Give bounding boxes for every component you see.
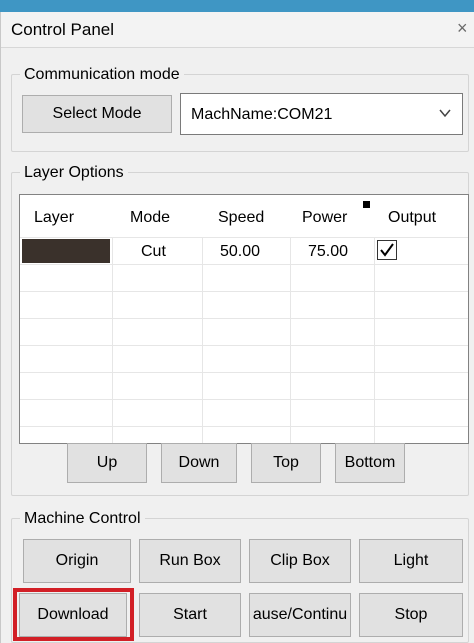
column-header-output[interactable]: Output [388, 209, 436, 227]
pause-continue-button[interactable]: ause/Continu [249, 593, 351, 637]
machine-select-value: MachName:COM21 [191, 106, 333, 123]
grid-line [20, 318, 468, 319]
grid-line [20, 237, 468, 238]
grid-line [112, 237, 113, 443]
column-header-layer[interactable]: Layer [34, 209, 74, 227]
grid-line [20, 399, 468, 400]
layer-color-swatch[interactable] [22, 239, 110, 263]
power-marker-icon [363, 201, 370, 208]
start-button[interactable]: Start [139, 593, 241, 637]
grid-line [374, 237, 375, 443]
checkmark-icon [380, 243, 394, 257]
bottom-button[interactable]: Bottom [335, 443, 405, 483]
grid-line [20, 291, 468, 292]
grid-line [20, 372, 468, 373]
column-header-mode[interactable]: Mode [130, 209, 170, 227]
output-checkbox[interactable] [377, 240, 397, 260]
column-header-power[interactable]: Power [302, 209, 347, 227]
layer-mode-cell[interactable]: Cut [141, 243, 166, 261]
stop-button[interactable]: Stop [359, 593, 463, 637]
column-header-speed[interactable]: Speed [218, 209, 264, 227]
up-button[interactable]: Up [67, 443, 147, 483]
grid-line [20, 264, 468, 265]
origin-button[interactable]: Origin [23, 539, 131, 583]
light-button[interactable]: Light [359, 539, 463, 583]
top-button[interactable]: Top [251, 443, 321, 483]
communication-mode-label: Communication mode [20, 65, 184, 85]
down-button[interactable]: Down [161, 443, 237, 483]
grid-line [202, 237, 203, 443]
title-bar: Control Panel × [1, 12, 474, 48]
window-title: Control Panel [11, 20, 115, 39]
layer-table[interactable]: Layer Mode Speed Power Output Cut 50.00 … [19, 194, 469, 444]
grid-line [20, 426, 468, 427]
window-top-strip [0, 0, 474, 12]
chevron-down-icon [439, 109, 451, 118]
communication-mode-group: Communication mode Select Mode MachName:… [11, 65, 469, 152]
layer-speed-cell[interactable]: 50.00 [220, 243, 260, 261]
select-mode-button[interactable]: Select Mode [22, 95, 172, 133]
machine-control-label: Machine Control [20, 509, 145, 529]
clip-box-button[interactable]: Clip Box [249, 539, 351, 583]
layer-power-cell[interactable]: 75.00 [308, 243, 348, 261]
download-highlight-annotation [13, 588, 134, 641]
run-box-button[interactable]: Run Box [139, 539, 241, 583]
control-panel-window: Control Panel × Communication mode Selec… [0, 12, 474, 643]
close-icon[interactable]: × [457, 18, 468, 38]
grid-line [290, 237, 291, 443]
grid-line [20, 345, 468, 346]
machine-select[interactable]: MachName:COM21 [180, 93, 463, 135]
layer-options-label: Layer Options [20, 163, 128, 183]
